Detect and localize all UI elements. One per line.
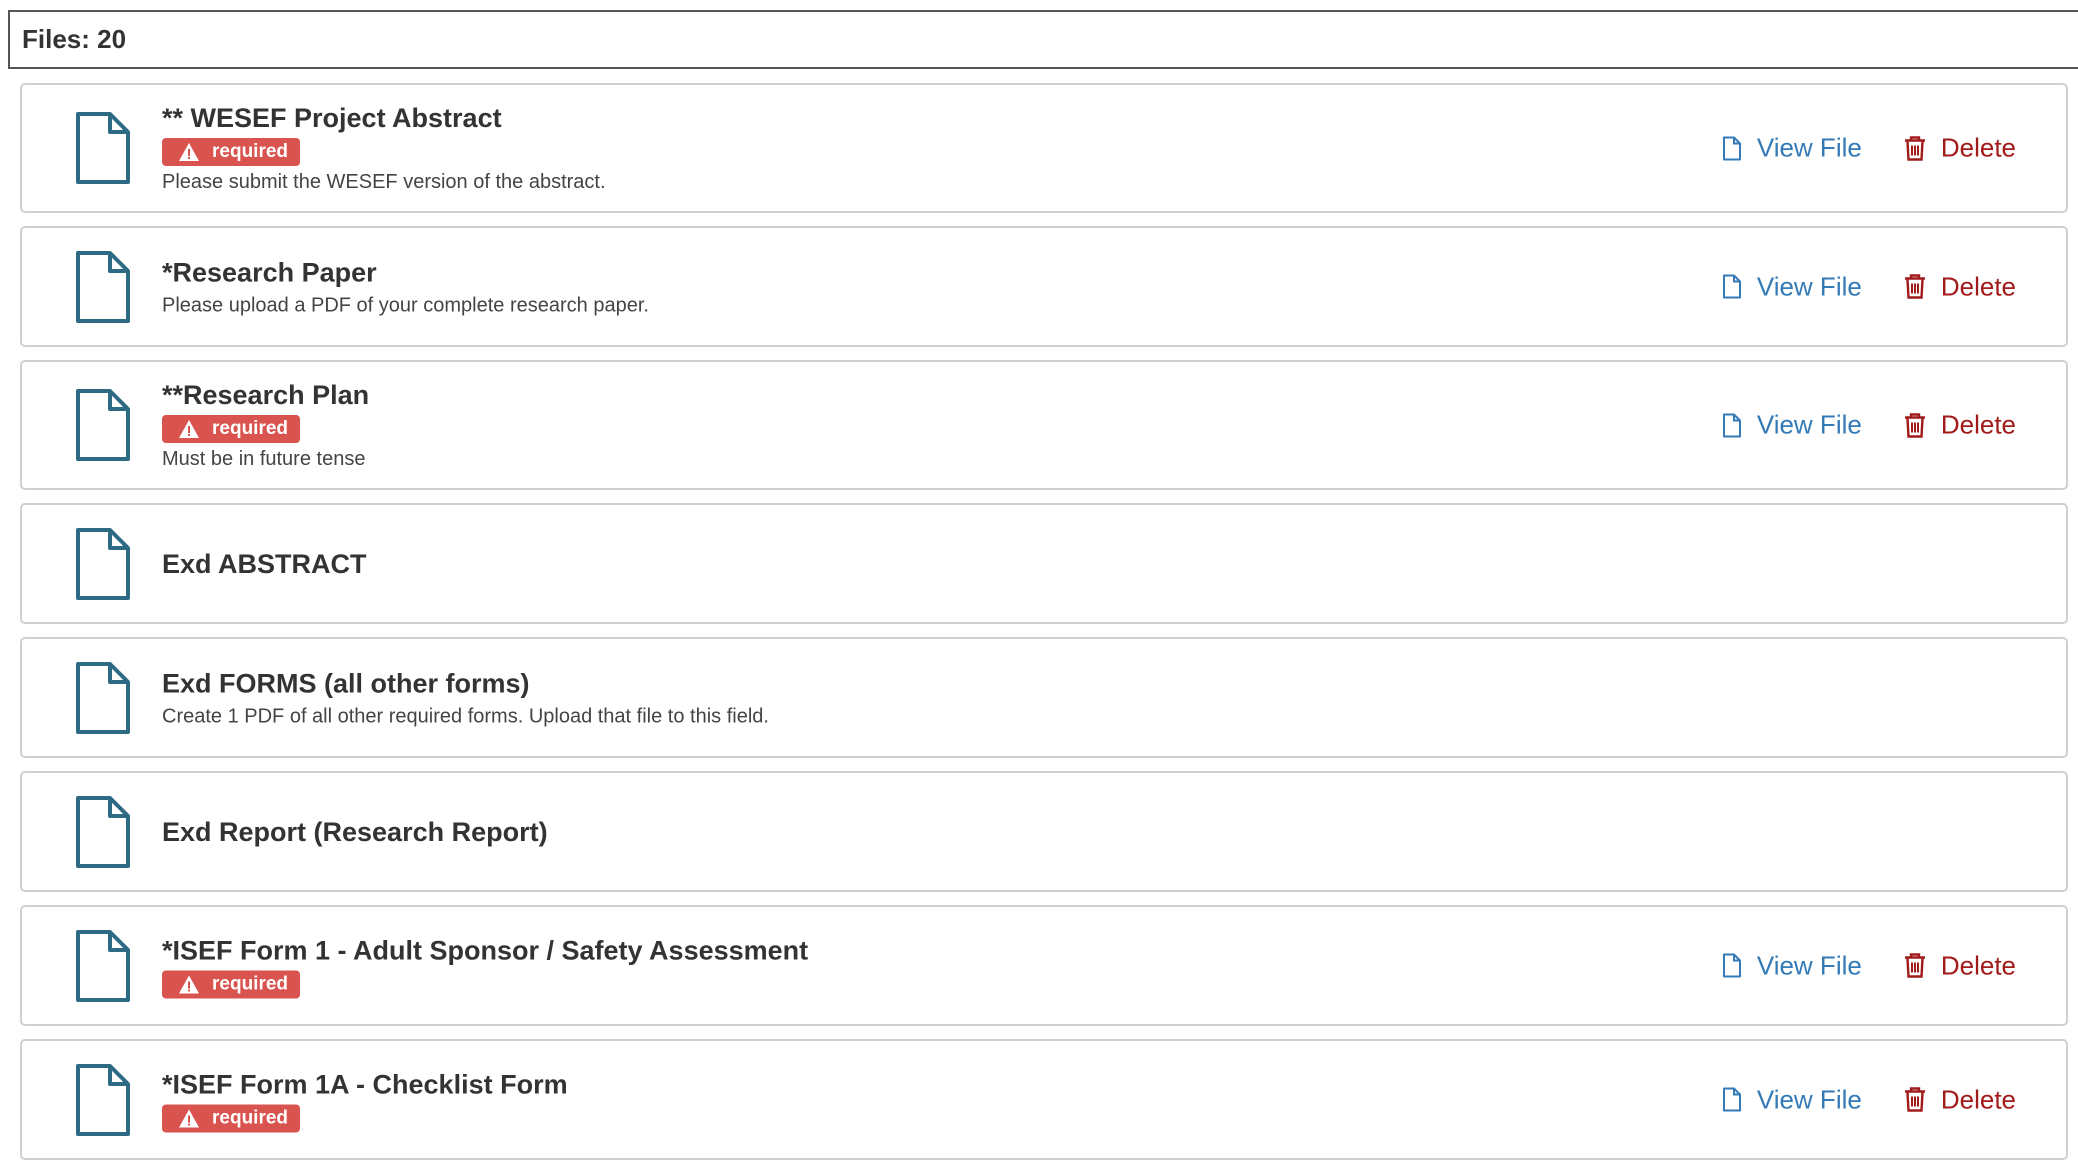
file-card: *Research Paper Please upload a PDF of y… [20,226,2068,347]
required-badge: required [162,415,301,443]
trash-icon [1904,1087,1925,1112]
view-file-button[interactable]: View File [1722,271,1862,302]
file-title: **Research Plan [162,380,370,410]
delete-button[interactable]: Delete [1904,1084,2016,1115]
view-file-label: View File [1756,1084,1862,1114]
file-title: Exd Report (Research Report) [162,816,548,847]
file-outline-icon [1722,1087,1741,1112]
warning-icon [179,975,199,993]
delete-button[interactable]: Delete [1904,133,2016,164]
file-card: Exd FORMS (all other forms) Create 1 PDF… [20,637,2068,758]
warning-icon [179,1109,199,1127]
file-icon [76,795,130,868]
file-title: Exd FORMS (all other forms) [162,668,530,698]
file-info: Exd FORMS (all other forms) Create 1 PDF… [162,666,769,729]
file-icon [76,1063,130,1136]
file-info: ** WESEF Project Abstract required Pleas… [162,101,606,195]
required-label: required [212,1107,289,1128]
required-label: required [212,418,289,439]
file-title: Exd ABSTRACT [162,548,367,579]
required-label: required [212,141,289,162]
file-title: *ISEF Form 1A - Checklist Form [162,1069,568,1099]
required-badge: required [162,970,301,998]
file-title: *ISEF Form 1 - Adult Sponsor / Safety As… [162,935,809,965]
file-icon [76,661,130,734]
file-info: **Research Plan required Must be in futu… [162,378,369,472]
view-file-label: View File [1756,950,1862,980]
delete-label: Delete [1940,950,2016,980]
file-description: Please submit the WESEF version of the a… [162,171,606,193]
view-file-label: View File [1756,409,1862,440]
delete-label: Delete [1940,271,2016,301]
file-card: Exd Report (Research Report) [20,771,2068,892]
view-file-button[interactable]: View File [1722,950,1862,981]
file-outline-icon [1722,953,1741,978]
delete-label: Delete [1940,132,2016,163]
file-actions: View File Delete [1722,950,2016,981]
file-actions: View File Delete [1722,271,2016,302]
file-outline-icon [1722,136,1741,160]
file-title: *Research Paper [162,257,377,287]
file-info: Exd Report (Research Report) [162,815,548,849]
file-icon [76,112,130,184]
file-actions: View File Delete [1722,1084,2016,1115]
file-info: Exd ABSTRACT [162,547,367,581]
view-file-button[interactable]: View File [1722,133,1862,164]
file-outline-icon [1722,413,1741,437]
delete-label: Delete [1940,1084,2016,1114]
file-icon [76,389,130,461]
file-icon [76,527,130,600]
view-file-button[interactable]: View File [1722,1084,1862,1115]
view-file-button[interactable]: View File [1722,410,1862,441]
file-icon [76,250,130,323]
files-count-header: Files: 20 [8,10,2078,69]
required-badge: required [162,1104,301,1132]
warning-icon [179,420,199,438]
trash-icon [1904,953,1925,978]
file-actions: View File Delete [1722,410,2016,441]
file-info: *ISEF Form 1 - Adult Sponsor / Safety As… [162,933,808,998]
file-description: Create 1 PDF of all other required forms… [162,705,769,727]
file-card: ** WESEF Project Abstract required Pleas… [20,83,2068,213]
trash-icon [1904,274,1925,299]
trash-icon [1904,412,1925,438]
delete-button[interactable]: Delete [1904,271,2016,302]
delete-button[interactable]: Delete [1904,950,2016,981]
view-file-label: View File [1756,271,1862,301]
file-card: *ISEF Form 1 - Adult Sponsor / Safety As… [20,905,2068,1026]
delete-label: Delete [1940,409,2016,440]
file-description: Please upload a PDF of your complete res… [162,294,649,316]
delete-button[interactable]: Delete [1904,410,2016,441]
file-icon [76,929,130,1002]
view-file-label: View File [1756,132,1862,163]
file-info: *Research Paper Please upload a PDF of y… [162,255,649,318]
file-info: *ISEF Form 1A - Checklist Form required [162,1067,568,1132]
file-card: *ISEF Form 1A - Checklist Form required … [20,1039,2068,1160]
files-count-label: Files: 20 [22,24,127,54]
warning-icon [179,143,199,161]
required-label: required [212,973,289,994]
required-badge: required [162,138,301,166]
file-outline-icon [1722,274,1741,299]
file-card: **Research Plan required Must be in futu… [20,360,2068,490]
file-list: ** WESEF Project Abstract required Pleas… [20,83,2068,1173]
file-title: ** WESEF Project Abstract [162,103,502,133]
file-card: Exd ABSTRACT [20,503,2068,624]
trash-icon [1904,135,1925,161]
file-description: Must be in future tense [162,448,366,470]
file-actions: View File Delete [1722,133,2016,164]
